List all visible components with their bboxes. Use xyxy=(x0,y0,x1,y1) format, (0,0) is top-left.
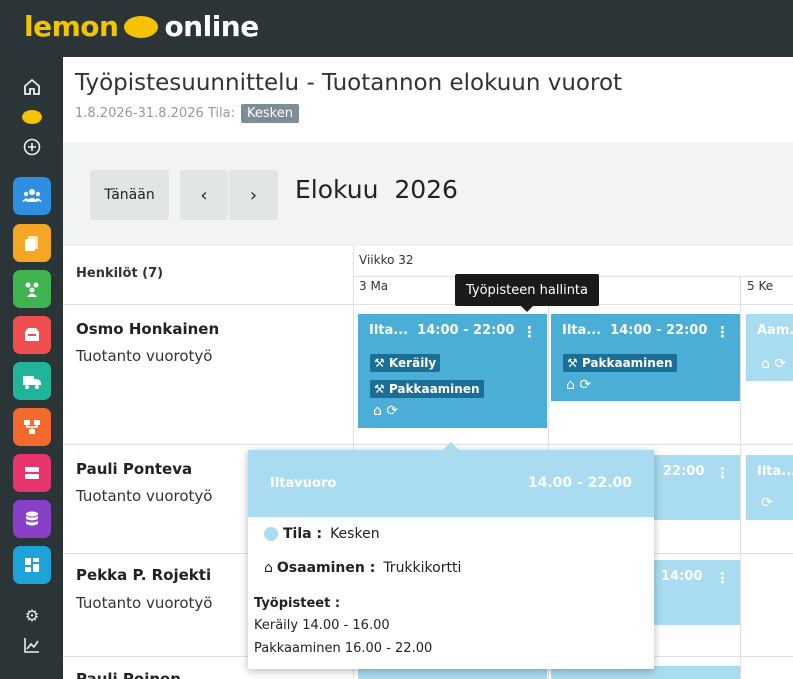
current-month-label: Elokuu 2026 xyxy=(295,175,458,204)
shift-card[interactable]: Ilta... 14:00 - 22:00 ⋮ ⚒ Keräily ⚒ Pakk… xyxy=(358,314,547,428)
briefcase-icon: ⌂ xyxy=(373,403,382,419)
server-icon[interactable] xyxy=(13,454,51,492)
team-icon[interactable] xyxy=(13,270,51,308)
person-name[interactable]: Pauli Ponteva xyxy=(76,460,192,478)
tools-icon: ⚒ xyxy=(567,356,578,370)
today-button[interactable]: Tänään xyxy=(90,170,169,220)
dashboard-icon[interactable] xyxy=(13,546,51,584)
person-name[interactable]: Pauli Poinen xyxy=(76,670,181,679)
briefcase-icon: ⌂ ⟳ xyxy=(761,356,787,372)
sync-icon: ⟳ xyxy=(579,377,592,393)
workstation-tag[interactable]: ⚒ Pakkaaminen xyxy=(370,380,484,398)
kebab-menu-icon[interactable]: ⋮ xyxy=(715,464,730,482)
sidebar: ⚙ xyxy=(0,57,63,679)
shift-card[interactable]: Ilta... 14:00 - 22:00 ⋮ ⚒ Pakkaaminen ⌂ … xyxy=(551,314,740,401)
top-bar: lemon online xyxy=(0,0,793,57)
kebab-menu-icon[interactable]: ⋮ xyxy=(715,569,730,587)
shift-details-popup: Iltavuoro 14.00 - 22.00 Tila : Kesken ⌂ … xyxy=(248,442,654,669)
kebab-menu-icon[interactable]: ⋮ xyxy=(715,323,730,341)
persons-header[interactable]: Henkilöt (7) xyxy=(76,266,163,281)
shift-header: Ilta... 14:00 - 22:00 xyxy=(562,323,708,338)
person-role: Tuotanto vuorotyö xyxy=(76,347,213,365)
page-subtitle: 1.8.2026-31.8.2026 Tila: Kesken xyxy=(75,104,299,123)
page-title: Työpistesuunnittelu - Tuotannon elokuun … xyxy=(75,70,623,96)
state-dot-icon xyxy=(264,527,278,541)
people-icon[interactable] xyxy=(13,177,51,215)
chevron-left-icon: ‹ xyxy=(200,184,208,206)
shift-header: Ilta... 14:00 - 22:00 xyxy=(369,323,515,338)
kebab-menu-icon[interactable]: ⋮ xyxy=(522,323,537,341)
database-icon[interactable] xyxy=(13,500,51,538)
workstations-label: Työpisteet : xyxy=(254,596,341,611)
shift-status-icons: ⌂ ⟳ xyxy=(566,377,591,393)
chart-icon[interactable] xyxy=(14,627,50,663)
shift-name: Iltavuoro xyxy=(270,476,337,491)
skill-row: ⌂ Osaaminen : Trukkikortti xyxy=(264,560,462,576)
page-header: Työpistesuunnittelu - Tuotannon elokuun … xyxy=(63,57,793,142)
grid-line xyxy=(63,304,793,305)
sync-icon: ⟳ xyxy=(386,403,399,419)
workstation-tag[interactable]: ⚒ Pakkaaminen xyxy=(563,354,677,372)
chevron-right-icon: › xyxy=(249,184,258,206)
lemon-logo-icon xyxy=(124,16,159,38)
workstation-tag[interactable]: ⚒ Keräily xyxy=(370,354,441,372)
shift-card[interactable]: Aam... ⌂ ⟳ xyxy=(746,314,793,381)
add-circle-icon[interactable] xyxy=(14,129,50,165)
sync-icon: ⟳ xyxy=(761,495,773,511)
tooltip: Työpisteen hallinta xyxy=(455,274,599,312)
previous-month-button[interactable]: ‹ xyxy=(180,170,228,220)
grid-line xyxy=(63,444,793,445)
day-header: 5 Ke xyxy=(747,279,774,293)
person-name[interactable]: Pekka P. Rojekti xyxy=(76,566,211,584)
inbox-icon[interactable] xyxy=(13,316,51,354)
workstation-line: Keräily 14.00 - 16.00 xyxy=(254,618,390,633)
workstation-line: Pakkaaminen 16.00 - 22.00 xyxy=(254,641,433,656)
day-header: 3 Ma xyxy=(359,279,389,293)
person-role: Tuotanto vuorotyö xyxy=(76,487,213,505)
workflow-icon[interactable] xyxy=(13,408,51,446)
truck-icon[interactable] xyxy=(13,362,51,400)
shift-status-icons: ⌂ ⟳ xyxy=(373,403,398,419)
week-header: Viikko 32 xyxy=(359,253,414,267)
shift-time: 14.00 - 22.00 xyxy=(527,475,632,491)
briefcase-icon: ⌂ xyxy=(264,560,273,576)
tools-icon: ⚒ xyxy=(374,356,385,370)
lemon-online-logo[interactable]: lemon online xyxy=(24,8,259,46)
person-role: Tuotanto vuorotyö xyxy=(76,594,213,612)
calendar-toolbar: Tänään ‹ › Elokuu 2026 xyxy=(63,142,793,246)
grid-line xyxy=(740,276,741,679)
shift-card[interactable]: Ilta... ⟳ xyxy=(746,455,793,520)
popup-header: Iltavuoro 14.00 - 22.00 xyxy=(248,450,654,517)
person-name[interactable]: Osmo Honkainen xyxy=(76,320,219,338)
next-month-button[interactable]: › xyxy=(229,170,278,220)
briefcase-icon: ⌂ xyxy=(566,377,575,393)
state-row: Tila : Kesken xyxy=(264,526,380,542)
status-badge: Kesken xyxy=(241,104,299,123)
tools-icon: ⚒ xyxy=(374,382,385,396)
date-range: 1.8.2026-31.8.2026 Tila: xyxy=(75,106,235,121)
documents-icon[interactable] xyxy=(13,224,51,262)
